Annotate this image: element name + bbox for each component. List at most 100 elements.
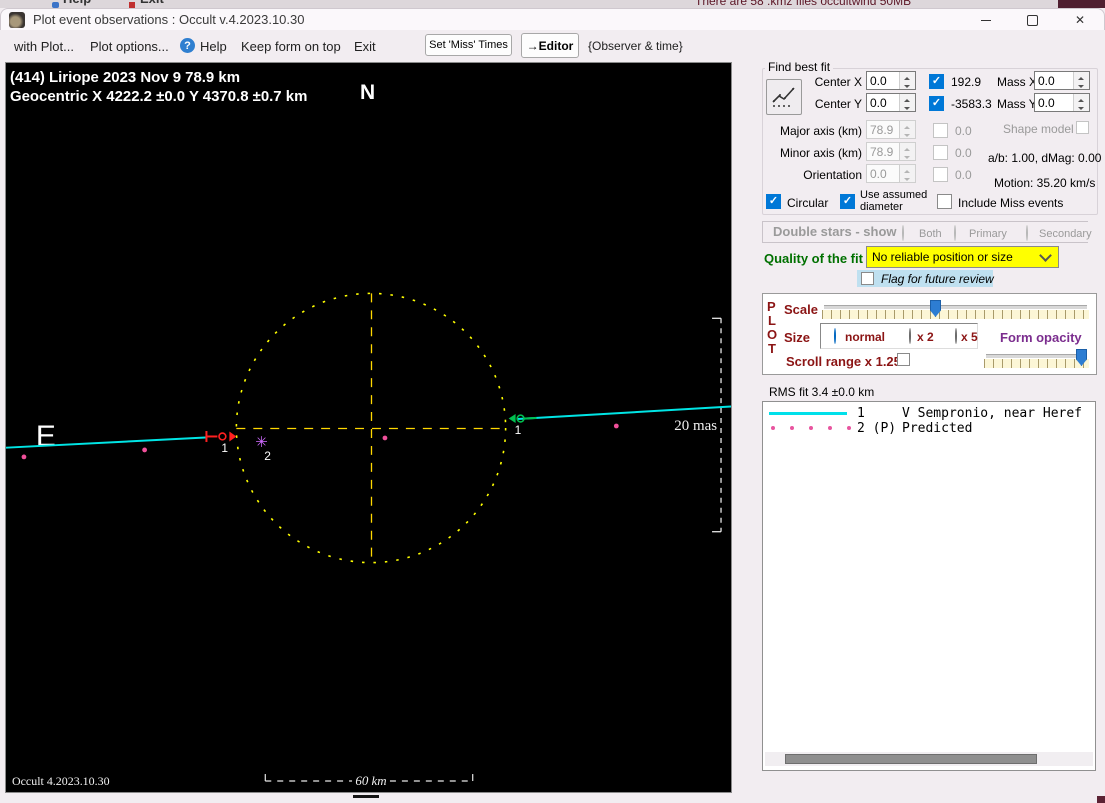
double-stars-primary-radio: [954, 225, 956, 241]
find-best-fit-title: Find best fit: [765, 60, 834, 74]
major-axis-check-value: 0.0: [955, 124, 972, 138]
minor-axis-fit-checkbox: [933, 145, 948, 160]
quality-label: Quality of the fit: [764, 251, 863, 266]
plot-panel-letter-p: P: [767, 299, 776, 314]
double-stars-both-radio: [902, 225, 904, 241]
legend-row-text: V Sempronio, near Heref: [902, 406, 1083, 421]
center-y-spinner[interactable]: 0.0: [866, 93, 916, 112]
form-opacity-label: Form opacity: [1000, 330, 1082, 345]
offset-x-value: 192.9: [951, 75, 982, 89]
spin-down-button[interactable]: [900, 102, 915, 111]
menu-plot-options[interactable]: Plot options...: [90, 39, 169, 54]
minimize-icon: [981, 19, 991, 21]
motion-label: Motion: 35.20 km/s: [994, 176, 1096, 190]
orientation-label: Orientation: [803, 168, 862, 182]
plot-version-label: Occult 4.2023.10.30: [12, 774, 110, 788]
size-x2-label: x 2: [917, 330, 934, 344]
plot-panel-letter-o: O: [767, 327, 778, 342]
center-x-label: Center X: [814, 75, 862, 89]
maximize-button[interactable]: [1011, 9, 1053, 31]
spin-down-button[interactable]: [1074, 80, 1089, 89]
center-y-label: Center Y: [814, 97, 862, 111]
minor-axis-check-value: 0.0: [955, 146, 972, 160]
close-button[interactable]: ✕: [1059, 9, 1101, 31]
legend-dot: [809, 426, 813, 430]
legend-box: 1 V Sempronio, near Heref 2 (P) Predicte…: [762, 401, 1096, 771]
major-axis-label: Major axis (km): [779, 124, 862, 138]
spin-up-button[interactable]: [900, 72, 915, 81]
circular-checkbox[interactable]: ✓: [766, 194, 781, 209]
close-icon: ✕: [1074, 13, 1086, 27]
size-normal-radio[interactable]: [834, 328, 836, 344]
double-stars-both-label: Both: [919, 228, 942, 240]
background-window-strip: Help Exit There are 58 .kmz files occult…: [0, 0, 1105, 8]
ab-dmag-label: a/b: 1.00, dMag: 0.00: [988, 151, 1102, 165]
menu-keep-on-top[interactable]: Keep form on top: [241, 39, 341, 54]
legend-line-swatch: [769, 412, 847, 415]
menu-with-plot[interactable]: with Plot...: [14, 39, 74, 54]
plot-canvas[interactable]: (414) Liriope 2023 Nov 9 78.9 km Geocent…: [5, 62, 732, 793]
help-icon: ?: [180, 38, 195, 53]
include-miss-events-label: Include Miss events: [958, 196, 1064, 210]
double-stars-primary-label: Primary: [969, 228, 1007, 240]
spin-up-button[interactable]: [900, 94, 915, 103]
bottom-dash: [353, 795, 379, 798]
plot-title-line2: Geocentric X 4222.2 ±0.0 Y 4370.8 ±0.7 k…: [10, 88, 307, 105]
slider-track[interactable]: [986, 354, 1087, 358]
mass-x-spinner[interactable]: 0.0: [1034, 71, 1090, 90]
mass-y-spinner[interactable]: 0.0: [1034, 93, 1090, 112]
quality-dropdown[interactable]: No reliable position or size: [866, 246, 1059, 268]
chord1-ingress-label: 1: [221, 441, 228, 455]
legend-dot: [790, 426, 794, 430]
circular-label: Circular: [787, 196, 829, 210]
editor-button[interactable]: →Editor: [521, 33, 579, 58]
slider-track[interactable]: [824, 305, 1087, 309]
scroll-range-checkbox[interactable]: [897, 353, 910, 366]
observer-time-label: {Observer & time}: [588, 39, 683, 53]
flag-review-checkbox[interactable]: [861, 272, 874, 285]
bg-dark-block: [1058, 0, 1105, 8]
mass-x-label: Mass X: [997, 75, 1038, 89]
double-stars-secondary-radio: [1026, 225, 1028, 241]
menu-exit[interactable]: Exit: [354, 39, 376, 54]
legend-hscrollbar-thumb[interactable]: [785, 754, 1037, 764]
include-miss-events-checkbox[interactable]: [937, 194, 952, 209]
orientation-check-value: 0.0: [955, 168, 972, 182]
center-x-spinner[interactable]: 0.0: [866, 71, 916, 90]
minor-axis-label: Minor axis (km): [779, 146, 862, 160]
scale-label: Scale: [784, 302, 818, 317]
size-label: Size: [784, 330, 811, 345]
resize-grip: [1097, 796, 1105, 803]
shape-model-checkbox: [1076, 121, 1089, 134]
app-icon: [9, 12, 25, 28]
window-title: Plot event observations : Occult v.4.202…: [33, 12, 305, 27]
minimize-button[interactable]: [965, 9, 1007, 31]
slider-ticks: [984, 359, 1089, 368]
menubar: with Plot... Plot options... ? Help Keep…: [0, 30, 1105, 62]
spin-down-button[interactable]: [900, 80, 915, 89]
double-stars-title: Double stars - show: [771, 224, 899, 239]
rms-fit-label: RMS fit 3.4 ±0.0 km: [769, 385, 875, 399]
find-best-fit-group: [762, 68, 1098, 215]
use-assumed-diameter-checkbox[interactable]: ✓: [840, 194, 855, 209]
orientation-spinner: 0.0: [866, 164, 916, 183]
form-opacity-slider[interactable]: [984, 349, 1089, 369]
menu-help[interactable]: Help: [200, 39, 227, 54]
size-normal-label: normal: [845, 330, 886, 344]
north-label: N: [360, 81, 375, 104]
size-x5-radio[interactable]: [955, 328, 957, 344]
orientation-fit-checkbox: [933, 167, 948, 182]
use-assumed-diameter-label: Use assumed diameter: [860, 189, 928, 213]
offset-x-checkbox[interactable]: ✓: [929, 74, 944, 89]
offset-y-checkbox[interactable]: ✓: [929, 96, 944, 111]
major-axis-fit-checkbox: [933, 123, 948, 138]
set-miss-times-button[interactable]: Set 'Miss' Times: [425, 34, 512, 56]
shape-model-label: Shape model: [1003, 122, 1074, 136]
bg-kmz-text: There are 58 .kmz files occultwind 50MB: [695, 0, 912, 8]
mass-y-label: Mass Y: [997, 97, 1037, 111]
size-x2-radio[interactable]: [909, 328, 911, 344]
spin-up-button[interactable]: [1074, 94, 1089, 103]
spin-up-button[interactable]: [1074, 72, 1089, 81]
scale-slider[interactable]: [822, 300, 1089, 320]
spin-down-button[interactable]: [1074, 102, 1089, 111]
